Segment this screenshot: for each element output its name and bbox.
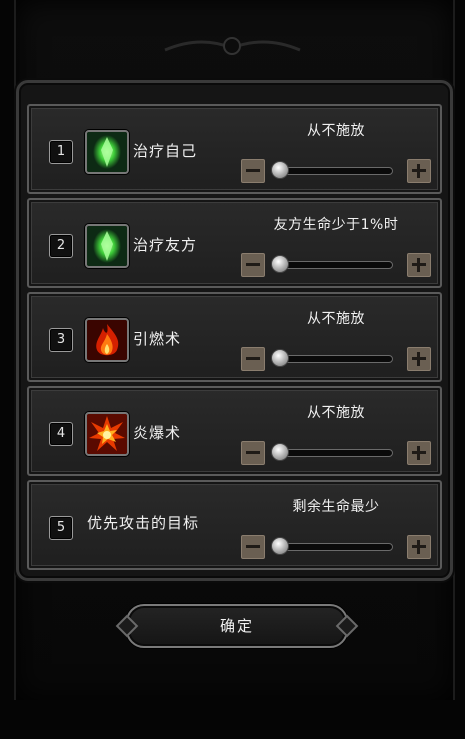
- rule-slider-track-4[interactable]: [275, 449, 393, 457]
- rule-number-1: 1: [49, 140, 73, 164]
- green-crystal-heal-icon: [85, 224, 129, 268]
- confirm-button[interactable]: 确定: [126, 604, 348, 648]
- rule-number-5: 5: [49, 516, 73, 540]
- decrease-button-3[interactable]: [241, 347, 265, 371]
- rule-slider-thumb-5[interactable]: [271, 537, 289, 555]
- rule-slider-track-2[interactable]: [275, 261, 393, 269]
- explosion-icon: [85, 412, 129, 456]
- increase-button-5[interactable]: [407, 535, 431, 559]
- rule-mode-1: 从不施放: [307, 123, 365, 139]
- rule-slider-track-5[interactable]: [275, 543, 393, 551]
- increase-button-3[interactable]: [407, 347, 431, 371]
- rule-slider-thumb-2[interactable]: [271, 255, 289, 273]
- rule-row-2: 2 治疗友方 友方生命少于1%时: [27, 198, 442, 288]
- rule-label-4: 炎爆术: [133, 424, 182, 442]
- rule-mode-5: 剩余生命最少: [292, 499, 380, 515]
- increase-button-1[interactable]: [407, 159, 431, 183]
- rule-row-5: 5 优先攻击的目标 剩余生命最少: [27, 480, 442, 570]
- rule-label-5: 优先攻击的目标: [87, 514, 200, 532]
- top-ornament-icon: [164, 37, 301, 55]
- rule-mode-3: 从不施放: [307, 311, 365, 327]
- rule-mode-2: 友方生命少于1%时: [273, 217, 399, 233]
- rule-label-3: 引燃术: [133, 330, 182, 348]
- increase-button-4[interactable]: [407, 441, 431, 465]
- rule-slider-thumb-4[interactable]: [271, 443, 289, 461]
- fire-icon: [85, 318, 129, 362]
- decrease-button-2[interactable]: [241, 253, 265, 277]
- rule-row-1: 1 治疗自己 从不施放: [27, 104, 442, 194]
- rule-slider-thumb-3[interactable]: [271, 349, 289, 367]
- green-crystal-heal-icon: [85, 130, 129, 174]
- rule-label-1: 治疗自己: [133, 142, 198, 160]
- decrease-button-5[interactable]: [241, 535, 265, 559]
- increase-button-2[interactable]: [407, 253, 431, 277]
- rule-mode-4: 从不施放: [307, 405, 365, 421]
- rule-slider-thumb-1[interactable]: [271, 161, 289, 179]
- decrease-button-4[interactable]: [241, 441, 265, 465]
- decrease-button-1[interactable]: [241, 159, 265, 183]
- rule-slider-track-1[interactable]: [275, 167, 393, 175]
- rule-row-3: 3 引燃术 从不施放: [27, 292, 442, 382]
- rule-slider-track-3[interactable]: [275, 355, 393, 363]
- rule-row-4: 4 炎爆术 从不施放: [27, 386, 442, 476]
- rule-number-4: 4: [49, 422, 73, 446]
- rule-label-2: 治疗友方: [133, 236, 198, 254]
- rule-number-3: 3: [49, 328, 73, 352]
- rule-number-2: 2: [49, 234, 73, 258]
